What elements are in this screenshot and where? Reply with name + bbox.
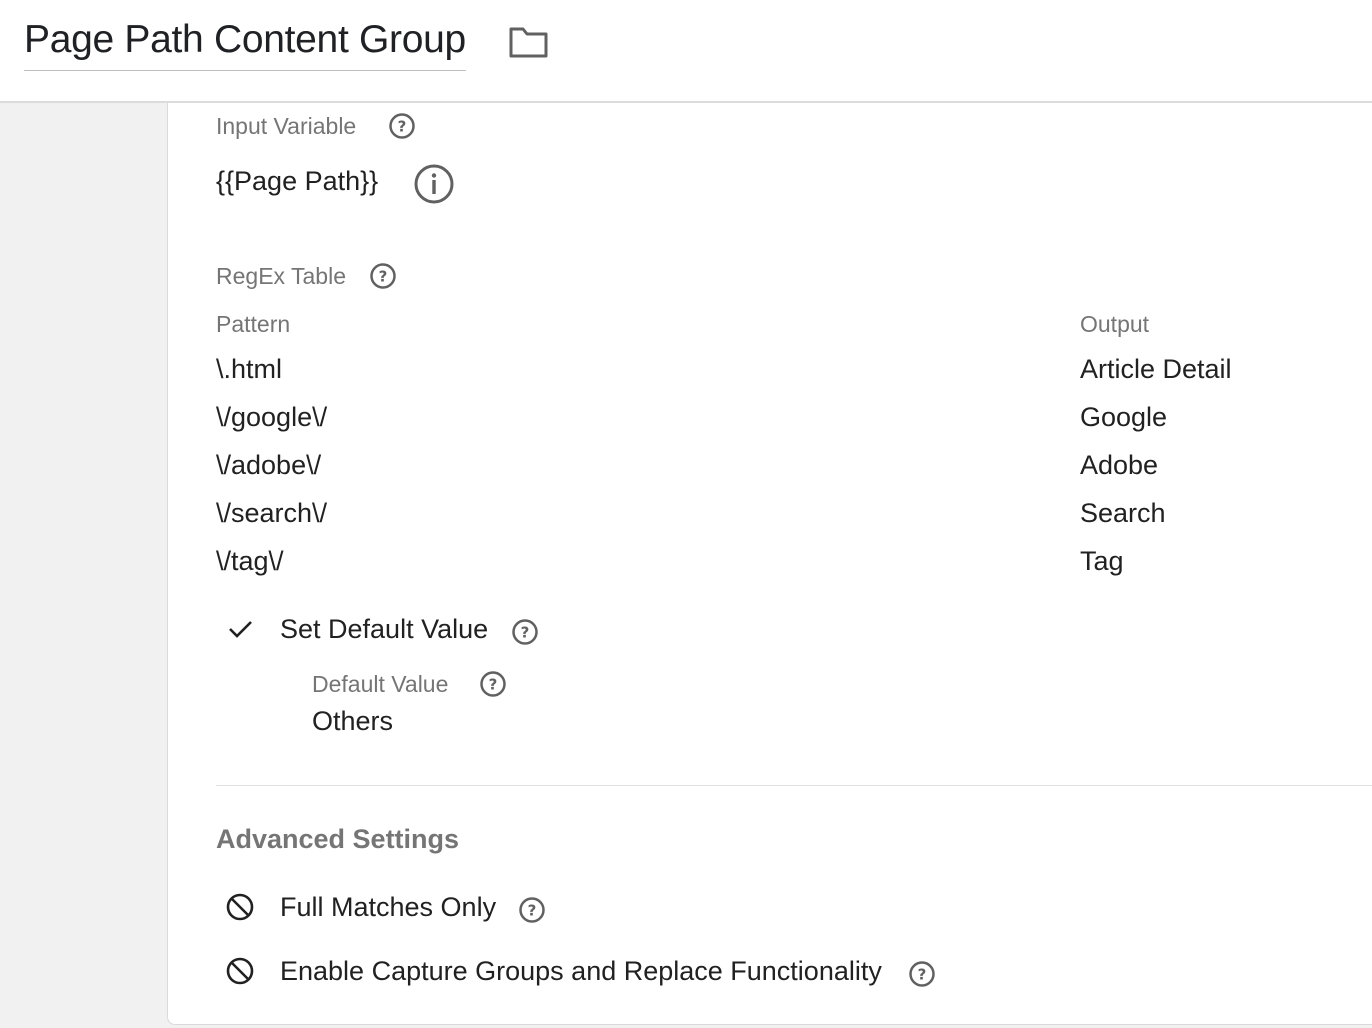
help-icon[interactable]: ? bbox=[518, 896, 546, 924]
pattern-cell: \.html bbox=[216, 354, 283, 384]
output-cell: Adobe bbox=[1080, 450, 1159, 480]
block-icon[interactable] bbox=[224, 955, 256, 987]
advanced-settings-heading[interactable]: Advanced Settings bbox=[216, 824, 459, 855]
output-cell: Tag bbox=[1080, 546, 1124, 576]
set-default-value-label[interactable]: Set Default Value bbox=[280, 614, 488, 645]
help-icon[interactable]: ? bbox=[388, 112, 416, 140]
full-matches-only-label[interactable]: Full Matches Only bbox=[280, 892, 496, 923]
output-column-header: Output bbox=[1080, 311, 1150, 337]
header: Page Path Content Group bbox=[0, 0, 1372, 103]
variable-title[interactable]: Page Path Content Group bbox=[24, 18, 466, 71]
pattern-cell: \/adobe\/ bbox=[216, 450, 322, 480]
help-icon[interactable]: ? bbox=[369, 262, 397, 290]
input-variable-label: Input Variable bbox=[216, 113, 357, 139]
enable-capture-groups-label[interactable]: Enable Capture Groups and Replace Functi… bbox=[280, 956, 882, 987]
help-icon[interactable]: ? bbox=[479, 670, 507, 698]
variable-configuration-card bbox=[167, 103, 1372, 1025]
svg-text:?: ? bbox=[489, 676, 498, 694]
block-icon[interactable] bbox=[224, 891, 256, 923]
svg-text:?: ? bbox=[398, 118, 407, 136]
output-cell: Search bbox=[1080, 498, 1166, 528]
info-icon[interactable] bbox=[413, 163, 455, 205]
input-variable-value[interactable]: {{Page Path}} bbox=[216, 166, 378, 197]
pattern-cell: \/tag\/ bbox=[216, 546, 284, 576]
help-icon[interactable]: ? bbox=[908, 960, 936, 988]
pattern-cell: \/search\/ bbox=[216, 498, 328, 528]
svg-text:?: ? bbox=[379, 268, 388, 286]
svg-text:?: ? bbox=[528, 902, 537, 920]
pattern-column-header: Pattern bbox=[216, 311, 291, 337]
help-icon[interactable]: ? bbox=[511, 618, 539, 646]
svg-text:?: ? bbox=[918, 966, 927, 984]
output-cell: Article Detail bbox=[1080, 354, 1232, 384]
default-value-value[interactable]: Others bbox=[312, 706, 393, 737]
output-cell: Google bbox=[1080, 402, 1168, 432]
svg-text:?: ? bbox=[521, 624, 530, 642]
pattern-cell: \/google\/ bbox=[216, 402, 328, 432]
checkmark-icon[interactable] bbox=[226, 616, 256, 642]
folder-icon[interactable] bbox=[508, 24, 550, 60]
default-value-label: Default Value bbox=[312, 671, 449, 697]
section-divider bbox=[216, 785, 1372, 786]
regex-table-label: RegEx Table bbox=[216, 263, 346, 289]
